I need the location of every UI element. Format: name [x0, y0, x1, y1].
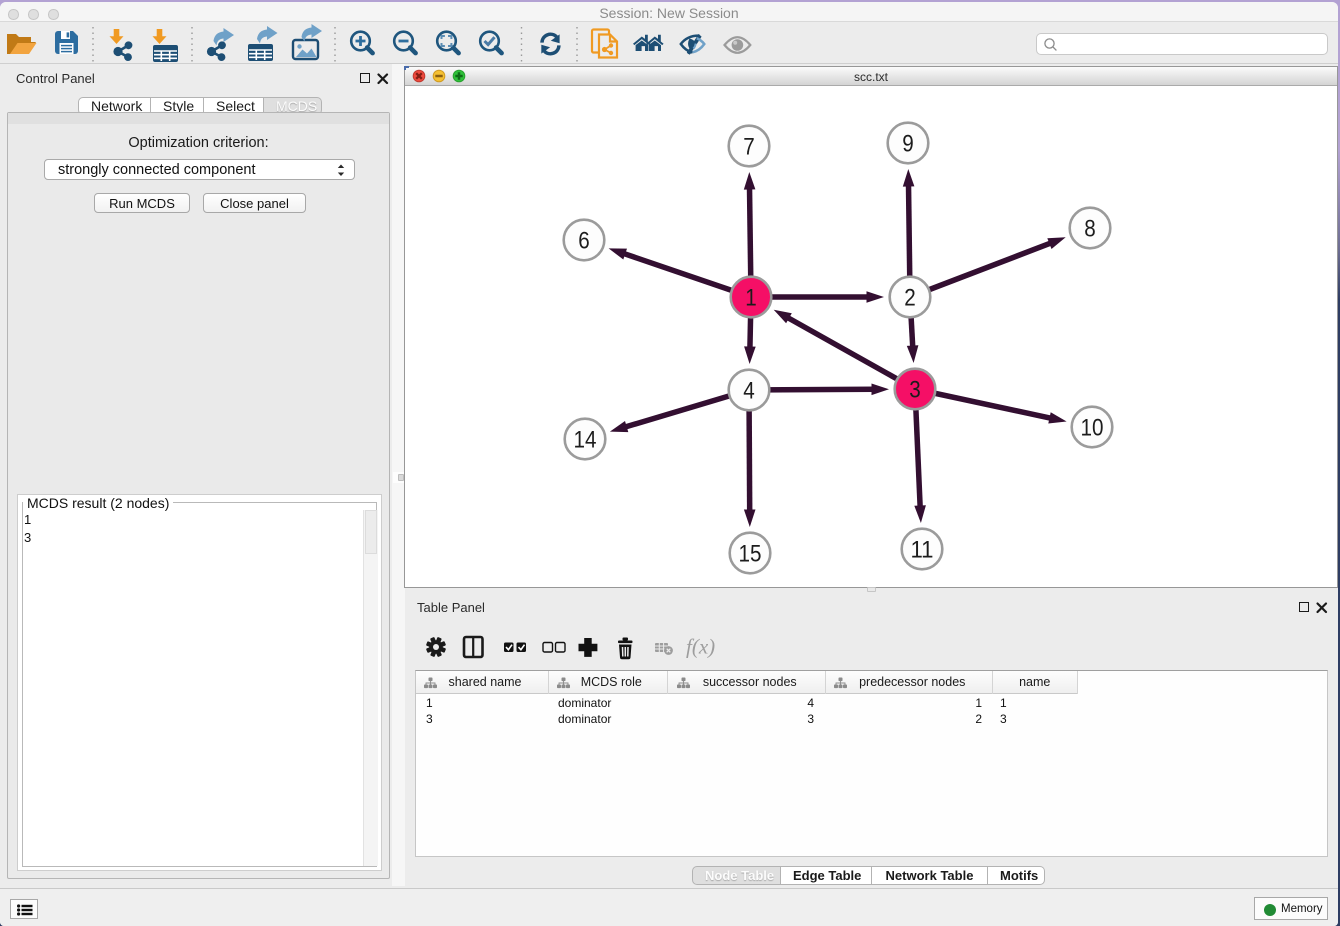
svg-text:9: 9: [902, 131, 914, 158]
svg-text:2: 2: [904, 285, 916, 312]
svg-text:f(x): f(x): [686, 635, 715, 659]
svg-text:10: 10: [1081, 415, 1104, 442]
svg-text:6: 6: [578, 228, 590, 255]
svg-text:15: 15: [739, 541, 762, 568]
svg-text:4: 4: [743, 378, 755, 405]
svg-text:1: 1: [745, 285, 757, 312]
svg-text:8: 8: [1084, 216, 1096, 243]
svg-text:14: 14: [574, 427, 597, 454]
svg-text:3: 3: [909, 377, 921, 404]
svg-text:11: 11: [911, 537, 934, 564]
svg-text:7: 7: [743, 134, 755, 161]
